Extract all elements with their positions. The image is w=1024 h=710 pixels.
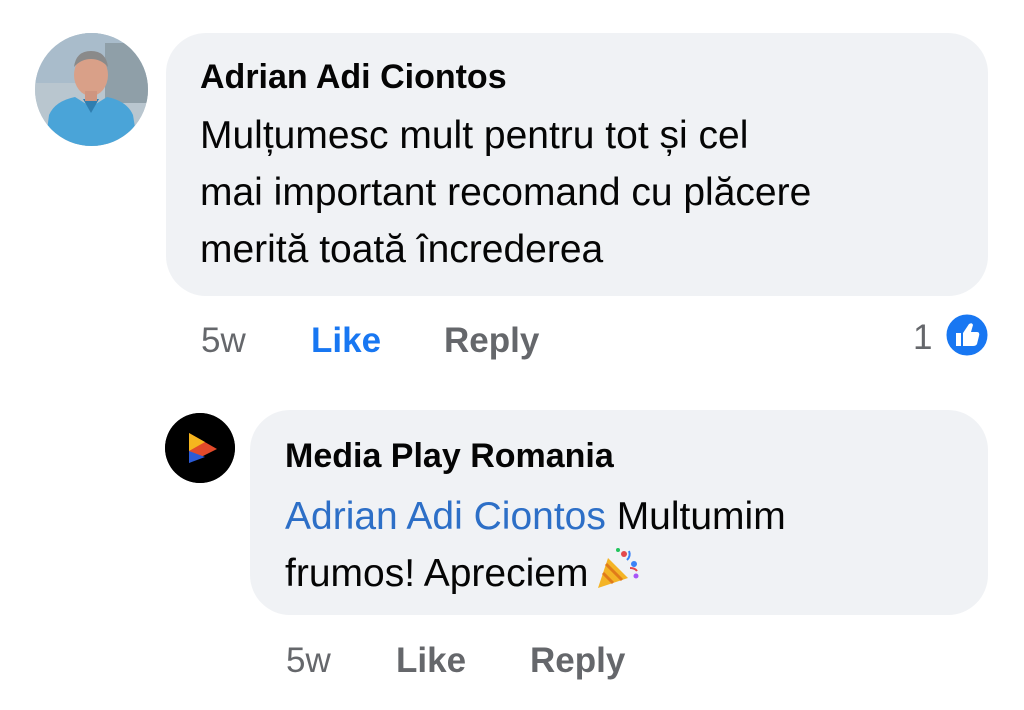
mention-link[interactable]: Adrian Adi Ciontos (285, 495, 606, 538)
comment-text-fragment: frumos! Apreciem (285, 552, 589, 595)
avatar[interactable] (35, 33, 148, 146)
comment-timestamp[interactable]: 5w (201, 321, 246, 361)
profile-photo (35, 33, 148, 146)
reply-button[interactable]: Reply (530, 641, 625, 681)
party-popper-icon (594, 546, 640, 592)
avatar[interactable] (165, 413, 235, 483)
play-logo-icon (165, 413, 235, 483)
like-thumb-icon[interactable] (943, 311, 991, 359)
reply-bubble: Media Play Romania Adrian Adi Ciontos Mu… (250, 410, 988, 615)
reaction-count[interactable]: 1 (913, 318, 932, 358)
reply-button[interactable]: Reply (444, 321, 539, 361)
comment-text-line: Mulțumesc mult pentru tot și cel (200, 114, 749, 157)
comments-thread: Adrian Adi Ciontos Mulțumesc mult pentru… (0, 0, 1024, 710)
comment-text: Mulțumesc mult pentru tot și cel mai imp… (200, 107, 970, 278)
like-button[interactable]: Like (311, 321, 381, 361)
comment-bubble: Adrian Adi Ciontos Mulțumesc mult pentru… (166, 33, 988, 296)
comment-text-line: merită toată încrederea (200, 228, 604, 271)
comment-author[interactable]: Adrian Adi Ciontos (200, 57, 507, 97)
comment-text-fragment: Multumim (605, 495, 786, 538)
comment-text-line: Adrian Adi Ciontos Multumim (285, 488, 975, 545)
comment-text: Adrian Adi Ciontos Multumim frumos! Apre… (285, 488, 975, 602)
comment-text-line: mai important recomand cu plăcere (200, 171, 812, 214)
comment-timestamp[interactable]: 5w (286, 641, 331, 681)
comment-author[interactable]: Media Play Romania (285, 436, 614, 476)
comment-text-line: frumos! Apreciem (285, 545, 975, 602)
like-button[interactable]: Like (396, 641, 466, 681)
